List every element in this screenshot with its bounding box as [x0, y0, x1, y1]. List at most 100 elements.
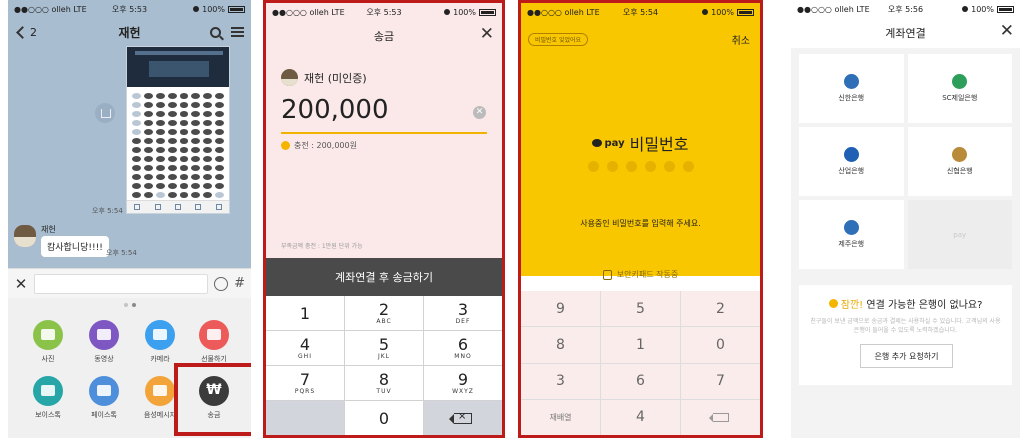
- chat-screen: ●●○○○ olleh LTE 오후 5:53 100% 2 재헌 오후 5:5…: [8, 0, 251, 438]
- key-3[interactable]: 3: [521, 363, 600, 399]
- key-0[interactable]: 0: [681, 327, 760, 363]
- tray-label: 페이스톡: [91, 411, 117, 419]
- request-bank-panel: 잠깐! 연결 가능한 은행이 없나요? 친구들이 보낸 금액으로 송금과 결제는…: [799, 285, 1012, 385]
- microphone-icon: [145, 376, 175, 406]
- secure-keypad: 9 5 2 8 1 0 3 6 7 재배열 4: [521, 291, 760, 435]
- tray-label: 음성메시지: [143, 411, 177, 419]
- key-1[interactable]: 1: [601, 327, 680, 363]
- tray-label: 보이스톡: [35, 411, 61, 419]
- password-dot: [606, 161, 618, 172]
- coin-icon: [281, 141, 290, 150]
- shinhan-logo-icon: [843, 74, 859, 89]
- amount-input[interactable]: 200,000: [281, 95, 389, 125]
- bank-sc[interactable]: SC제일은행: [907, 54, 1012, 123]
- share-icon[interactable]: [95, 103, 115, 123]
- key-3[interactable]: 3 DEF: [424, 296, 502, 330]
- close-icon[interactable]: ✕: [14, 275, 28, 293]
- key-7[interactable]: 7 PQRS: [266, 366, 344, 400]
- close-icon[interactable]: ✕: [480, 24, 494, 44]
- shuffle-key[interactable]: 재배열: [521, 399, 600, 435]
- key-7[interactable]: 7: [681, 363, 760, 399]
- backspace-key[interactable]: [681, 399, 760, 435]
- tray-item-gift[interactable]: 선물하기: [184, 320, 244, 364]
- backspace-key[interactable]: [424, 401, 502, 435]
- message-bubble[interactable]: 캄사합니당!!!!: [41, 236, 109, 257]
- password-instruction: 사용중인 비밀번호를 입력해 주세요.: [580, 219, 701, 228]
- tray-item-video[interactable]: 동영상: [74, 320, 134, 364]
- bank-name: 신협은행: [946, 167, 973, 175]
- key-2[interactable]: 2: [681, 291, 760, 327]
- bank-kdb[interactable]: 산업은행: [799, 127, 904, 196]
- coin-icon: [828, 299, 838, 308]
- shared-screenshot-image[interactable]: [126, 46, 230, 214]
- charge-text: 충전 : 200,000원: [294, 141, 357, 150]
- battery-icon: [479, 8, 496, 16]
- search-icon[interactable]: [210, 26, 221, 38]
- menu-icon[interactable]: [231, 27, 244, 37]
- message-time: 오후 5:54: [92, 207, 123, 215]
- charge-note: 부족금액 충전 : 1만원 단위 가능: [281, 243, 363, 250]
- tray-item-camera[interactable]: 카메라: [130, 320, 190, 364]
- bank-name: SC제일은행: [942, 94, 978, 102]
- key-6[interactable]: 6: [601, 363, 680, 399]
- back-chevron-icon[interactable]: [16, 25, 29, 39]
- battery-percent: 100%: [202, 4, 225, 14]
- request-title: 잠깐! 연결 가능한 은행이 없나요?: [799, 296, 1012, 311]
- key-6[interactable]: 6 MNO: [424, 331, 502, 365]
- clear-icon[interactable]: ✕: [473, 106, 486, 119]
- tray-item-voicetalk[interactable]: 보이스톡: [18, 376, 78, 420]
- status-bar: ●●○○○ olleh LTE 오후 5:54 100%: [521, 3, 760, 21]
- avatar[interactable]: [14, 225, 36, 247]
- key-5[interactable]: 5 JKL: [345, 331, 423, 365]
- battery-percent: 100%: [971, 4, 994, 14]
- carrier-label: ●●○○○ olleh LTE: [272, 7, 345, 17]
- bank-shinhan[interactable]: 신한은행: [799, 54, 904, 123]
- key-9[interactable]: 9: [521, 291, 600, 327]
- key-0[interactable]: 0: [345, 401, 423, 435]
- video-icon: [89, 320, 119, 350]
- tray-item-photo[interactable]: 사진: [18, 320, 78, 364]
- tray-item-send-money[interactable]: ₩ 송금: [184, 376, 244, 420]
- alarm-icon: [444, 9, 451, 15]
- message-input[interactable]: [34, 273, 209, 294]
- kdb-logo-icon: [843, 147, 859, 162]
- request-description: 친구들이 보낸 금액으로 송금과 결제는 사용하실 수 있습니다. 고객님의 사…: [810, 318, 1001, 334]
- password-dots: [521, 161, 760, 172]
- link-account-send-button[interactable]: 계좌연결 후 송금하기: [266, 258, 502, 296]
- screenshot-toolbar: [127, 200, 229, 213]
- charge-info: 충전 : 200,000원: [281, 140, 357, 151]
- key-9[interactable]: 9 WXYZ: [424, 366, 502, 400]
- key-5[interactable]: 5: [601, 291, 680, 327]
- close-icon[interactable]: ✕: [1000, 21, 1014, 41]
- tray-item-voice-message[interactable]: 음성메시지: [130, 376, 190, 420]
- key-8[interactable]: 8 TUV: [345, 366, 423, 400]
- tray-item-facetalk[interactable]: 페이스톡: [74, 376, 134, 420]
- forgot-password-button[interactable]: 비밀번호 잊었어요: [528, 33, 589, 46]
- secure-keypad-status: 보안키패드 작동중: [521, 269, 760, 280]
- key-8[interactable]: 8: [521, 327, 600, 363]
- numeric-keypad: 1 2 ABC 3 DEF 4 GHI 5 JKL 6 MNO 7 PQRS 8 TUV 9W…: [266, 296, 502, 435]
- camera-icon: [145, 320, 175, 350]
- sender-name: 재헌: [41, 225, 56, 234]
- key-4[interactable]: 4 GHI: [266, 331, 344, 365]
- password-title: 비밀번호: [629, 135, 689, 154]
- recipient: 재헌 (미인증): [281, 69, 367, 86]
- key-4[interactable]: 4: [601, 399, 680, 435]
- recipient-name: 재헌 (미인증): [304, 71, 367, 85]
- carrier-label: ●●○○○ olleh LTE: [527, 7, 600, 17]
- battery-icon: [997, 5, 1014, 13]
- sc-logo-icon: [952, 74, 968, 89]
- hashtag-icon[interactable]: #: [234, 276, 245, 291]
- tray-label: 사진: [41, 355, 55, 363]
- key-1[interactable]: 1: [266, 296, 344, 330]
- back-count[interactable]: 2: [30, 26, 37, 39]
- emoticon-icon[interactable]: [214, 276, 229, 291]
- bank-jeju[interactable]: 제주은행: [799, 200, 904, 269]
- bank-shinhyup[interactable]: 신협은행: [907, 127, 1012, 196]
- bank-name: 제주은행: [838, 240, 865, 248]
- cancel-button[interactable]: 취소: [732, 32, 750, 47]
- request-bank-button[interactable]: 은행 추가 요청하기: [860, 344, 953, 368]
- shinhyup-logo-icon: [952, 147, 968, 162]
- key-2[interactable]: 2 ABC: [345, 296, 423, 330]
- password-dot: [644, 161, 656, 172]
